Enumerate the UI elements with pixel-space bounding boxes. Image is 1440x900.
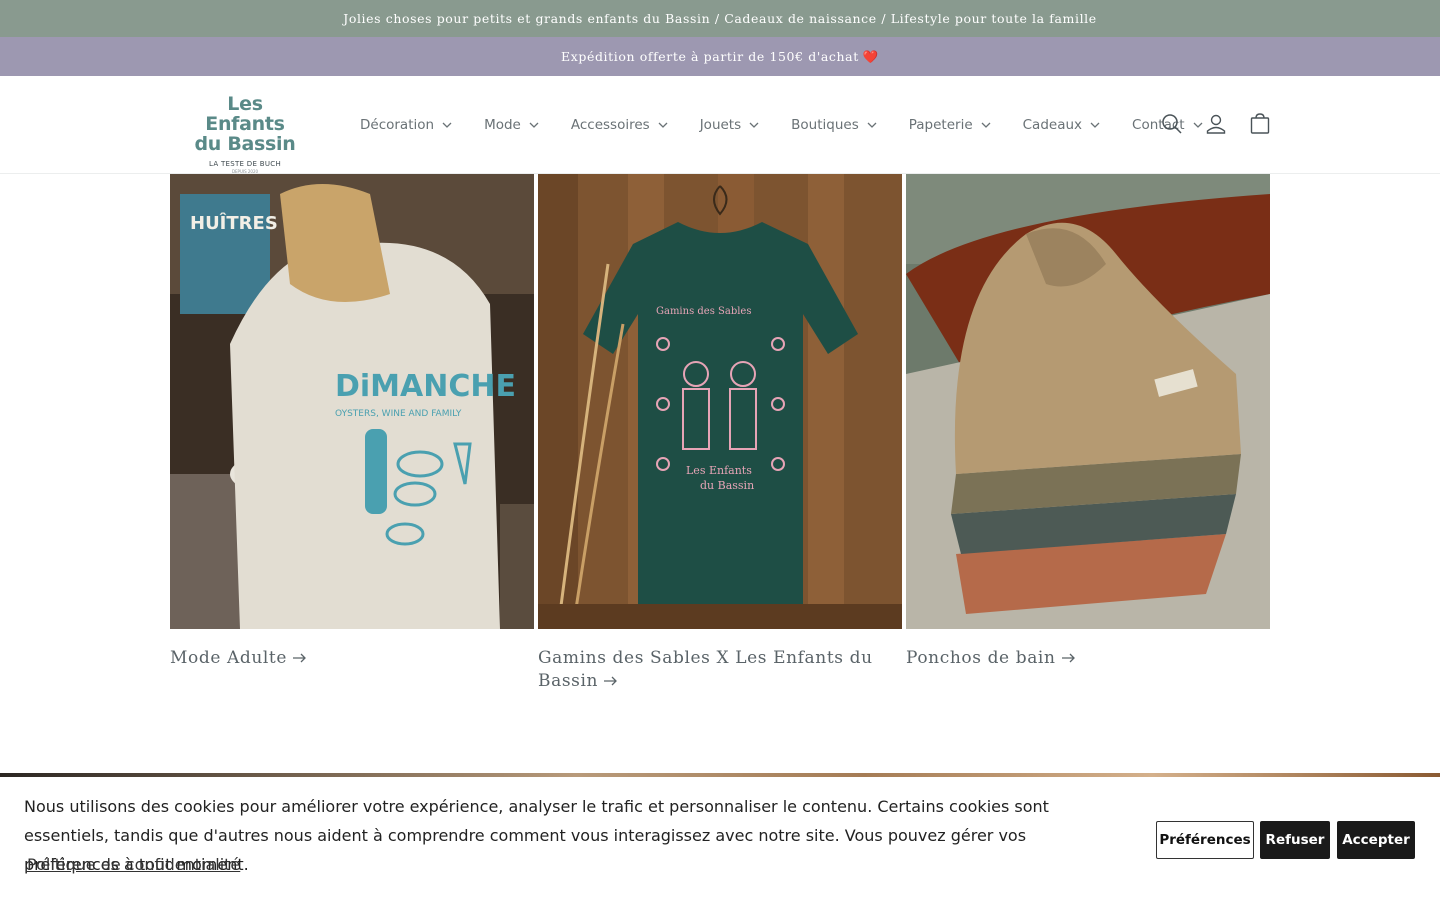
main-nav: Décoration Mode Accessoires Jouets Bouti…	[350, 113, 1225, 137]
nav-item-jouets[interactable]: Jouets	[690, 117, 759, 133]
arrow-right-icon	[604, 670, 618, 693]
svg-text:Les Enfants: Les Enfants	[686, 464, 752, 477]
promo-text: Expédition offerte à partir de 150€ d'ac…	[560, 49, 859, 64]
nav-item-label: Papeterie	[908, 117, 973, 133]
folded-ponchos-photo[interactable]	[906, 174, 1270, 629]
svg-text:DiMANCHE: DiMANCHE	[335, 369, 516, 404]
chevron-down-icon	[529, 120, 539, 130]
privacy-policy-link[interactable]: Politique de confidentialité	[27, 855, 240, 874]
logo-line-2: du Bassin	[194, 133, 296, 155]
heart-icon: ❤️	[862, 48, 880, 64]
collection-card[interactable]: HUÎTRES DiMANCHE OYSTERS, WINE AND FAMIL…	[170, 174, 534, 670]
chevron-down-icon	[981, 120, 991, 130]
chevron-down-icon	[749, 120, 759, 130]
nav-item-label: Accessoires	[570, 117, 650, 133]
refuse-button[interactable]: Refuser	[1260, 821, 1330, 859]
preferences-button[interactable]: Préférences	[1156, 821, 1254, 859]
nav-item-label: Décoration	[360, 117, 435, 133]
collection-title[interactable]: Ponchos de bain	[906, 647, 1270, 670]
t-shirt-dimanche-photo[interactable]: HUÎTRES DiMANCHE OYSTERS, WINE AND FAMIL…	[170, 174, 534, 629]
arrow-right-icon	[293, 647, 307, 670]
accept-button[interactable]: Accepter	[1337, 821, 1415, 859]
chevron-down-icon	[658, 120, 668, 130]
green-t-shirt-photo[interactable]: Gamins des Sables Les Enfants du Bassin	[538, 174, 902, 629]
collection-card[interactable]: Ponchos de bain	[906, 174, 1270, 670]
site-header: Les Enfants du Bassin LA TESTE DE BUCH D…	[0, 76, 1440, 174]
nav-item-papeterie[interactable]: Papeterie	[899, 117, 991, 133]
svg-text:Gamins des Sables: Gamins des Sables	[656, 306, 751, 317]
site-logo[interactable]: Les Enfants du Bassin LA TESTE DE BUCH D…	[186, 93, 304, 174]
chevron-down-icon	[1193, 120, 1203, 130]
logo-tagline: LA TESTE DE BUCH	[208, 160, 282, 168]
cookie-banner: Nous utilisons des cookies pour améliore…	[0, 777, 1440, 900]
cart-icon[interactable]	[1248, 112, 1272, 136]
search-icon[interactable]	[1160, 112, 1184, 136]
collection-title-text: Mode Adulte	[170, 648, 288, 668]
collection-title-text: Ponchos de bain	[906, 648, 1056, 668]
logo-line-1: Les Enfants	[205, 93, 285, 135]
account-icon[interactable]	[1204, 112, 1228, 136]
collection-title[interactable]: Gamins des Sables X Les Enfants du Bassi…	[538, 647, 902, 693]
nav-item-label: Boutiques	[791, 117, 859, 133]
nav-item-boutiques[interactable]: Boutiques	[781, 117, 877, 133]
collection-card[interactable]: Gamins des Sables Les Enfants du Bassin …	[538, 174, 902, 693]
nav-item-cadeaux[interactable]: Cadeaux	[1013, 117, 1100, 133]
svg-text:du Bassin: du Bassin	[700, 479, 754, 492]
nav-item-accessoires[interactable]: Accessoires	[561, 117, 668, 133]
chevron-down-icon	[442, 120, 452, 130]
chevron-down-icon	[1090, 120, 1100, 130]
promo-bar: Expédition offerte à partir de 150€ d'ac…	[0, 37, 1440, 76]
nav-item-label: Mode	[484, 117, 521, 133]
arrow-right-icon	[1061, 647, 1076, 670]
svg-text:HUÎTRES: HUÎTRES	[190, 212, 278, 234]
nav-item-decoration[interactable]: Décoration	[350, 117, 452, 133]
collection-title-text: Gamins des Sables X Les Enfants du Bassi…	[538, 648, 873, 691]
nav-item-label: Cadeaux	[1022, 117, 1083, 133]
nav-item-mode[interactable]: Mode	[474, 117, 539, 133]
announcement-text: Jolies choses pour petits et grands enfa…	[343, 11, 1097, 26]
svg-text:OYSTERS, WINE AND FAMILY: OYSTERS, WINE AND FAMILY	[335, 409, 462, 419]
chevron-down-icon	[867, 120, 877, 130]
collection-title[interactable]: Mode Adulte	[170, 647, 534, 670]
announcement-bar: Jolies choses pour petits et grands enfa…	[0, 0, 1440, 37]
nav-item-label: Jouets	[699, 117, 742, 133]
